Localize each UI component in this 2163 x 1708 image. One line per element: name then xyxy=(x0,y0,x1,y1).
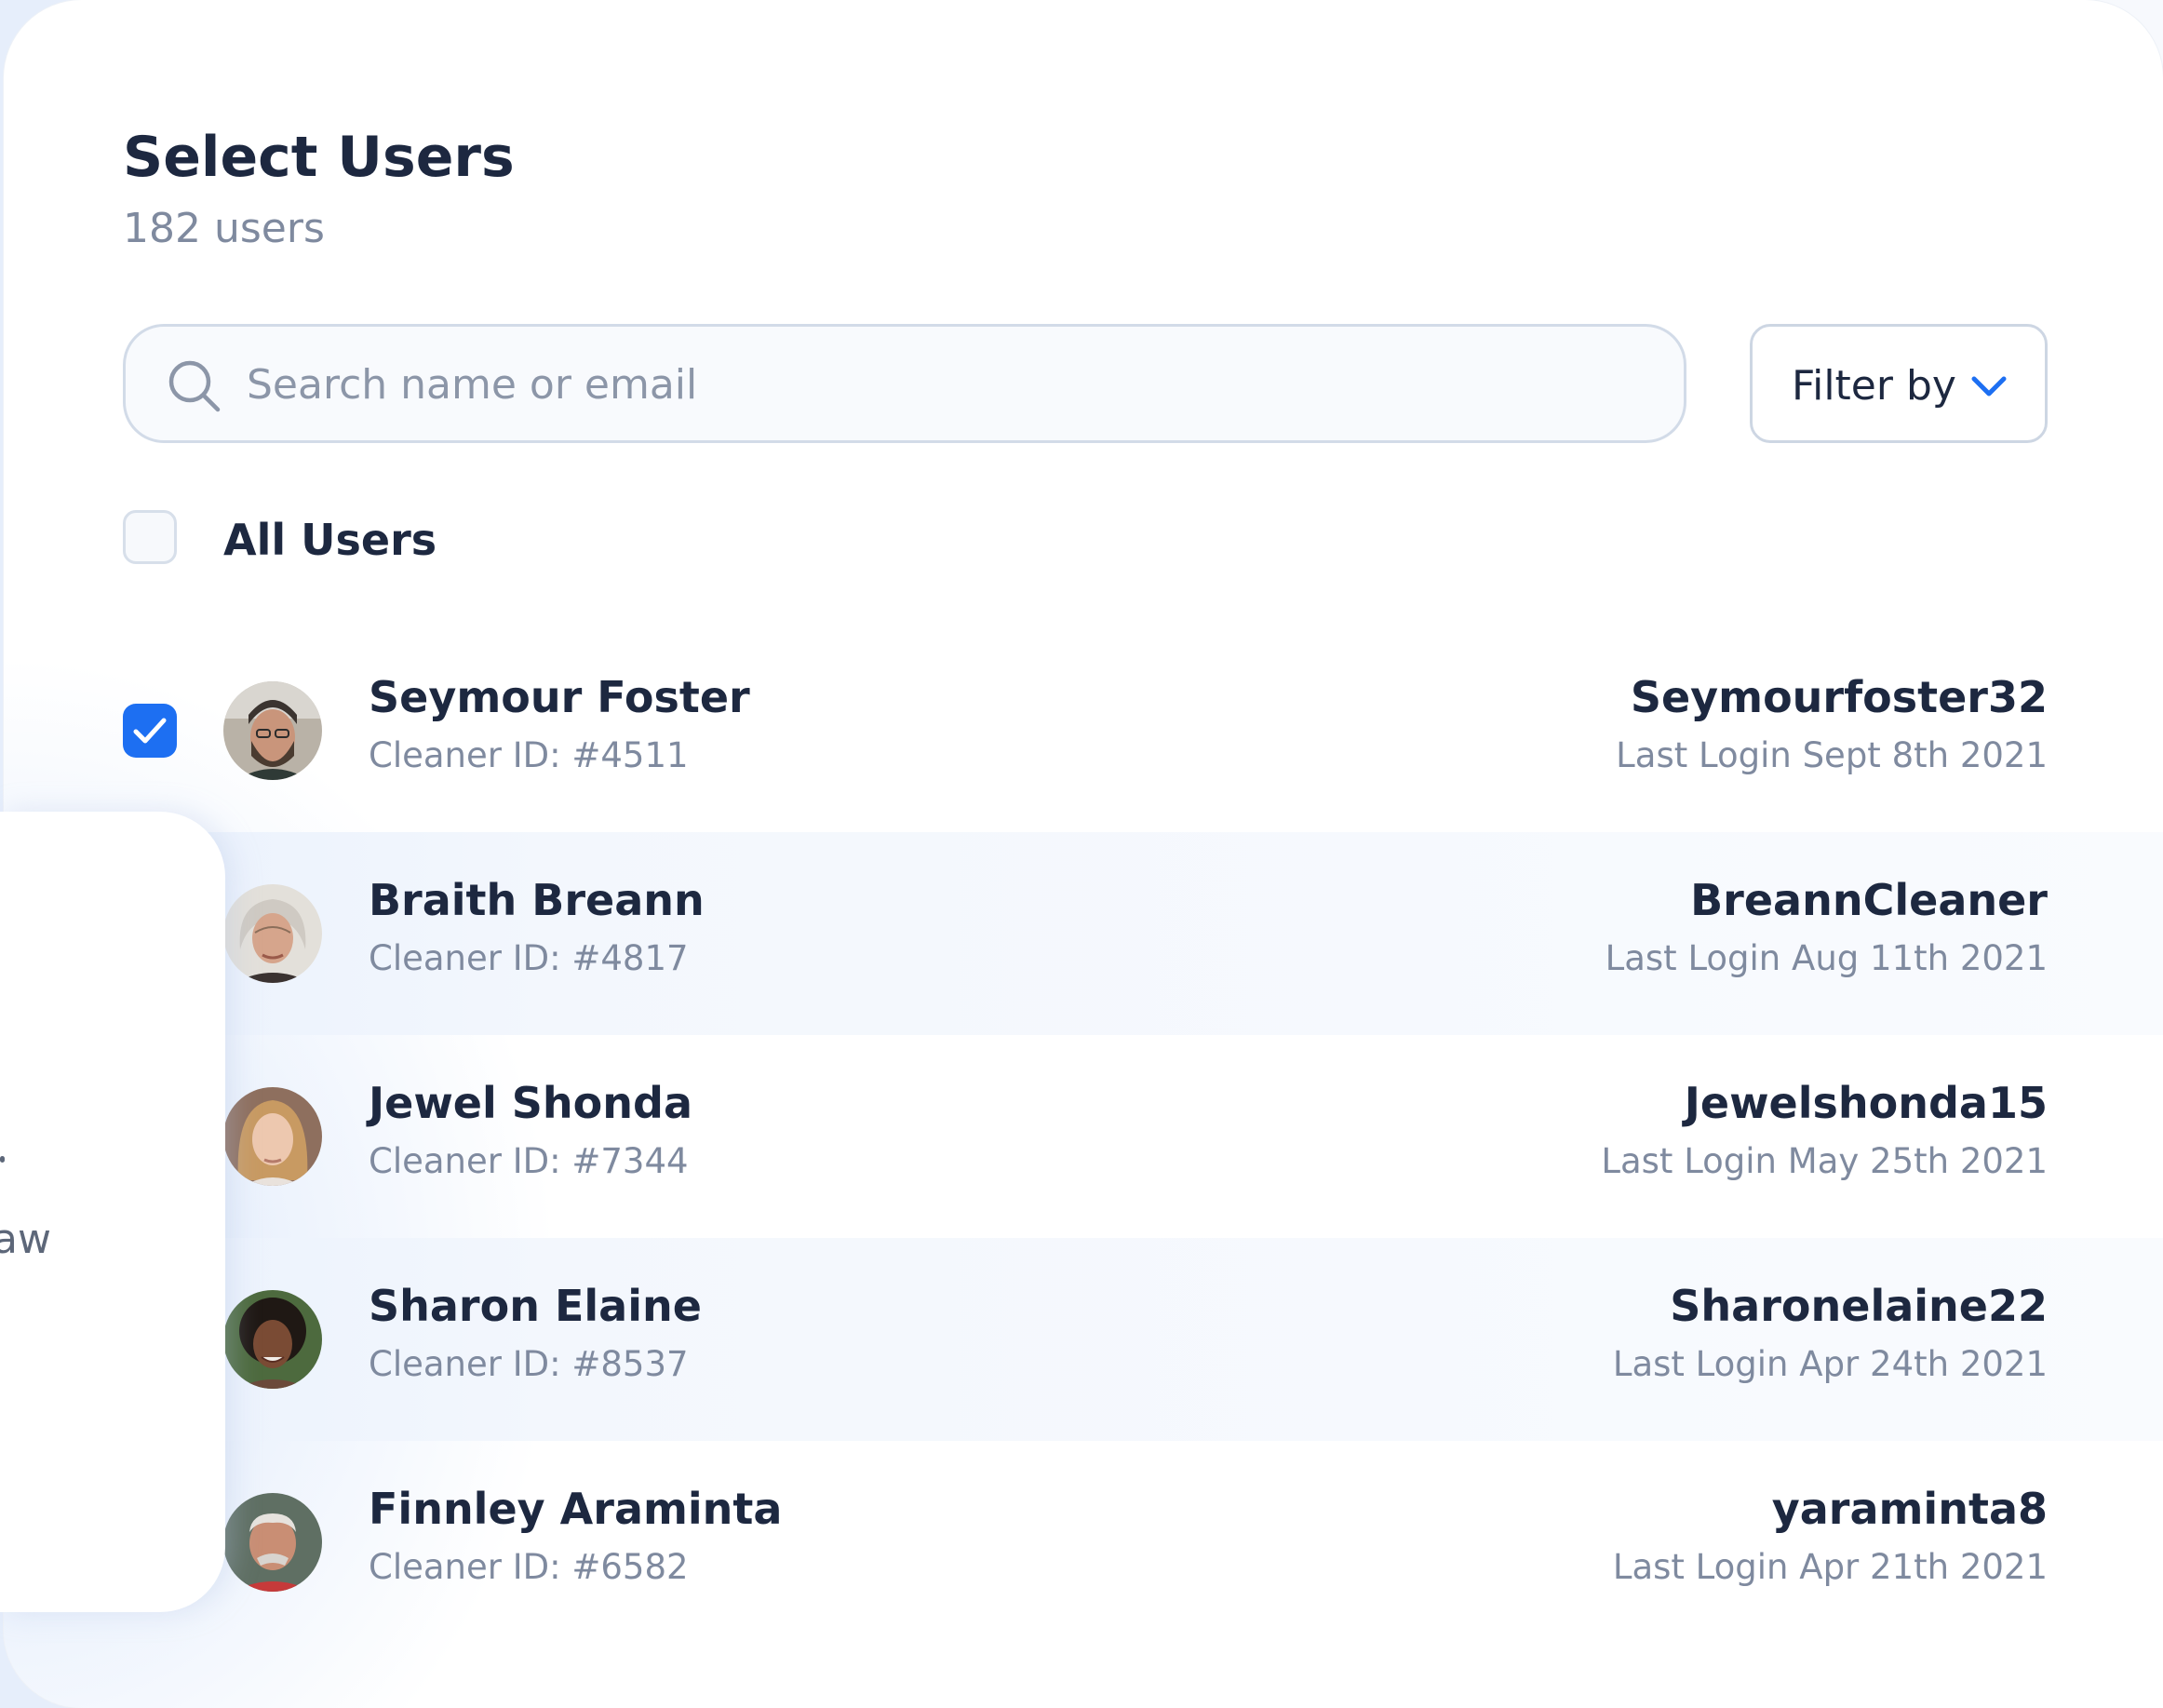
user-name: Finnley Araminta xyxy=(369,1484,783,1534)
chevron-down-icon xyxy=(1971,376,2007,397)
all-users-checkbox[interactable] xyxy=(123,510,177,564)
user-username: Seymourfoster32 xyxy=(1630,672,2048,722)
filter-by-dropdown[interactable]: Filter by xyxy=(1750,324,2048,443)
user-checkbox-checked[interactable] xyxy=(123,704,177,758)
user-count: 182 users xyxy=(123,205,325,252)
filter-by-label: Filter by xyxy=(1792,362,1956,410)
user-last-login: Last Login Sept 8th 2021 xyxy=(1616,735,2048,775)
all-users-label: All Users xyxy=(223,515,437,565)
user-username: Sharonelaine22 xyxy=(1670,1281,2048,1331)
user-last-login: Last Login Apr 21th 2021 xyxy=(1612,1547,2048,1587)
user-last-login: Last Login Apr 24th 2021 xyxy=(1612,1344,2048,1384)
user-name: Jewel Shonda xyxy=(369,1078,692,1128)
user-row[interactable]: Sharon Elaine Cleaner ID: #8537 Sharonel… xyxy=(4,1238,2163,1441)
user-cleaner-id: Cleaner ID: #6582 xyxy=(369,1547,689,1587)
background-card-text: aw xyxy=(0,1216,51,1263)
user-name: Sharon Elaine xyxy=(369,1281,702,1331)
user-last-login: Last Login May 25th 2021 xyxy=(1601,1141,2048,1181)
user-username: BreannCleaner xyxy=(1690,875,2048,925)
user-row[interactable]: Jewel Shonda Cleaner ID: #7344 Jewelshon… xyxy=(4,1035,2163,1238)
user-name: Seymour Foster xyxy=(369,672,750,722)
user-cleaner-id: Cleaner ID: #4817 xyxy=(369,938,689,978)
avatar xyxy=(223,884,322,983)
user-cleaner-id: Cleaner ID: #8537 xyxy=(369,1344,689,1384)
user-cleaner-id: Cleaner ID: #4511 xyxy=(369,735,689,775)
avatar xyxy=(223,1290,322,1389)
user-username: yaraminta8 xyxy=(1771,1484,2048,1534)
user-row[interactable]: Braith Breann Cleaner ID: #4817 BreannCl… xyxy=(4,832,2163,1035)
user-name: Braith Breann xyxy=(369,875,705,925)
search-input[interactable] xyxy=(245,345,1645,424)
user-cleaner-id: Cleaner ID: #7344 xyxy=(369,1141,689,1181)
user-username: Jewelshonda15 xyxy=(1684,1078,2048,1128)
search-icon xyxy=(168,360,221,412)
user-row[interactable]: Finnley Araminta Cleaner ID: #6582 yaram… xyxy=(4,1441,2163,1644)
page-title: Select Users xyxy=(123,125,515,190)
avatar xyxy=(223,681,322,780)
check-icon xyxy=(133,718,167,744)
avatar xyxy=(223,1087,322,1186)
select-users-panel: Select Users 182 users Filter by All Use… xyxy=(4,0,2163,1708)
avatar xyxy=(223,1493,322,1592)
background-card: aw xyxy=(0,812,225,1612)
user-last-login: Last Login Aug 11th 2021 xyxy=(1605,938,2048,978)
overlay-dot xyxy=(0,1156,5,1163)
search-box[interactable] xyxy=(123,324,1686,443)
user-row[interactable]: Seymour Foster Cleaner ID: #4511 Seymour… xyxy=(4,629,2163,832)
